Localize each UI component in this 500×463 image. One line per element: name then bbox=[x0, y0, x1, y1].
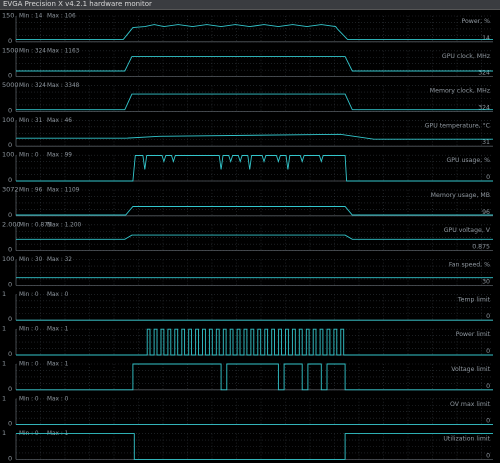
y-axis-min-label: 0 bbox=[8, 246, 12, 254]
graph-title: GPU clock, MHz bbox=[442, 53, 490, 60]
graph-title: Utilization limit bbox=[443, 436, 490, 443]
min-value-label: Min : 96 bbox=[19, 188, 43, 194]
max-value-label: Max : 99 bbox=[47, 153, 72, 159]
y-axis-min-label: 0 bbox=[8, 106, 12, 114]
current-value-label: 0 bbox=[486, 418, 490, 425]
graph-title: OV max limit bbox=[450, 401, 491, 408]
min-value-label: Min : 0 bbox=[19, 431, 39, 437]
max-value-label: Max : 106 bbox=[47, 14, 76, 20]
min-value-label: Min : 0 bbox=[19, 396, 39, 402]
max-value-label: Max : 1 bbox=[47, 362, 69, 368]
max-value-label: Max : 1163 bbox=[47, 48, 80, 54]
graph-title: Fan speed, % bbox=[449, 262, 490, 269]
graph-trace-line bbox=[16, 234, 493, 240]
graph-title: Power limit bbox=[456, 331, 491, 338]
title-bar[interactable]: EVGA Precision X v4.2.1 hardware monitor bbox=[0, 0, 500, 10]
graph-panel[interactable]: 2.0000Min : 0.875Max : 1.200GPU voltage,… bbox=[2, 220, 493, 254]
graph-title: Power, % bbox=[461, 18, 490, 25]
graph-panel[interactable]: 1 0 Min : 0 Max : 0 Temp limit 0 bbox=[2, 290, 493, 323]
monitor-graphs[interactable]: 1500Min : 14 Max : 106Power, %1415000Min … bbox=[0, 10, 500, 463]
graph-panel[interactable]: 15000Min : 324 Max : 1163GPU clock, MHz32… bbox=[2, 46, 493, 80]
graph-title: Temp limit bbox=[457, 296, 491, 303]
y-axis-min-label: 0 bbox=[8, 385, 12, 393]
current-value-label: 0 bbox=[486, 348, 490, 355]
current-value-label: 0 bbox=[486, 174, 490, 181]
y-axis-min-label: 0 bbox=[8, 72, 12, 80]
graph-title: Memory usage, MB bbox=[431, 192, 490, 199]
max-value-label: Max : 1 bbox=[47, 431, 69, 437]
max-value-label: Max : 1 bbox=[47, 327, 69, 333]
y-axis-max-label: 100 bbox=[2, 116, 14, 124]
graph-panel[interactable]: 100 0 Min : 0 Max : 99 GPU usage, % 0 bbox=[2, 151, 493, 184]
y-axis-min-label: 0 bbox=[8, 211, 12, 219]
graph-title: Voltage limit bbox=[451, 366, 490, 373]
max-value-label: Max : 1.200 bbox=[47, 222, 82, 228]
graph-title: GPU voltage, V bbox=[444, 227, 491, 234]
graph-trace-line bbox=[16, 206, 493, 216]
graph-panel[interactable]: 150 0 Min : 14 Max : 106 Power, % 14 bbox=[2, 12, 493, 45]
y-axis-min-label: 0 bbox=[8, 176, 12, 184]
y-axis-min-label: 0 bbox=[8, 280, 12, 288]
min-value-label: Min : 0 bbox=[19, 327, 39, 333]
y-axis-max-label: 100 bbox=[2, 255, 14, 263]
min-value-label: Min : 30 bbox=[19, 257, 43, 263]
current-value-label: 0 bbox=[486, 313, 490, 320]
window-title: EVGA Precision X v4.2.1 hardware monitor bbox=[3, 0, 152, 8]
graph-trace-line bbox=[16, 133, 493, 140]
min-value-label: Min : 31 bbox=[19, 118, 43, 124]
graph-title: Memory clock, MHz bbox=[430, 88, 490, 95]
current-value-label: 0.875 bbox=[472, 244, 490, 251]
y-axis-min-label: 0 bbox=[8, 141, 12, 149]
graph-trace-line bbox=[16, 93, 493, 111]
current-value-label: 30 bbox=[482, 278, 490, 285]
y-axis-max-label: 1500 bbox=[2, 46, 19, 54]
graph-panel[interactable]: 100 0 Min : 31 Max : 46 GPU temperature, °C 3… bbox=[2, 116, 493, 149]
graph-panel[interactable]: 1 0 Min : 0 Max : 1 Utilization limit 0 bbox=[2, 429, 493, 462]
y-axis-min-label: 0 bbox=[8, 350, 12, 358]
y-axis-max-label: 3072 bbox=[2, 186, 19, 194]
graph-panel[interactable]: 30720Min : 96 Max : 1109Memory usage, MB9… bbox=[2, 186, 493, 219]
current-value-label: 324 bbox=[478, 104, 490, 111]
y-axis-min-label: 0 bbox=[8, 37, 12, 45]
y-axis-max-label: 1 bbox=[2, 325, 6, 333]
current-value-label: 0 bbox=[486, 452, 490, 459]
min-value-label: Min : 324 bbox=[19, 48, 46, 54]
min-value-label: Min : 0 bbox=[19, 362, 39, 368]
min-value-label: Min : 324 bbox=[19, 83, 46, 89]
y-axis-max-label: 2.000 bbox=[2, 220, 21, 228]
y-axis-max-label: 5000 bbox=[2, 81, 19, 89]
y-axis-max-label: 1 bbox=[2, 360, 6, 368]
graph-panel[interactable]: 1 0 Min : 0 Max : 0 OV max limit 0 bbox=[2, 394, 493, 428]
current-value-label: 0 bbox=[486, 383, 490, 390]
current-value-label: 31 bbox=[482, 139, 490, 146]
min-value-label: Min : 14 bbox=[19, 14, 43, 20]
max-value-label: Max : 1109 bbox=[47, 188, 80, 194]
hardware-monitor-window: EVGA Precision X v4.2.1 hardware monitor… bbox=[0, 0, 500, 463]
graph-title: GPU usage, % bbox=[446, 157, 490, 164]
y-axis-max-label: 1 bbox=[2, 429, 6, 437]
max-value-label: Max : 0 bbox=[47, 396, 69, 402]
y-axis-max-label: 150 bbox=[2, 12, 14, 20]
y-axis-min-label: 0 bbox=[8, 315, 12, 323]
min-value-label: Min : 0 bbox=[19, 153, 39, 159]
y-axis-min-label: 0 bbox=[8, 454, 12, 462]
graph-panel[interactable]: 1 0 Min : 0 Max : 1 Voltage limit 0 bbox=[2, 360, 493, 393]
y-axis-max-label: 100 bbox=[2, 151, 14, 159]
y-axis-min-label: 0 bbox=[8, 420, 12, 428]
y-axis-max-label: 1 bbox=[2, 394, 6, 402]
graph-panel[interactable]: 100 0 Min : 30 Max : 32 Fan speed, % 30 bbox=[2, 255, 493, 288]
min-value-label: Min : 0 bbox=[19, 292, 39, 298]
graph-panel[interactable]: 5000 0 Min : 324 Max : 3348 Memory clock, MH… bbox=[2, 81, 493, 114]
graph-trace-line bbox=[16, 24, 493, 40]
max-value-label: Max : 32 bbox=[47, 257, 72, 263]
max-value-label: Max : 0 bbox=[47, 292, 69, 298]
y-axis-max-label: 1 bbox=[2, 290, 6, 298]
graph-title: GPU temperature, °C bbox=[425, 121, 490, 129]
current-value-label: 14 bbox=[482, 35, 490, 42]
graph-panel[interactable]: 1 0 Min : 0 Max : 1 Power limit 0 bbox=[2, 325, 493, 358]
max-value-label: Max : 46 bbox=[47, 118, 72, 124]
max-value-label: Max : 3348 bbox=[47, 83, 80, 89]
